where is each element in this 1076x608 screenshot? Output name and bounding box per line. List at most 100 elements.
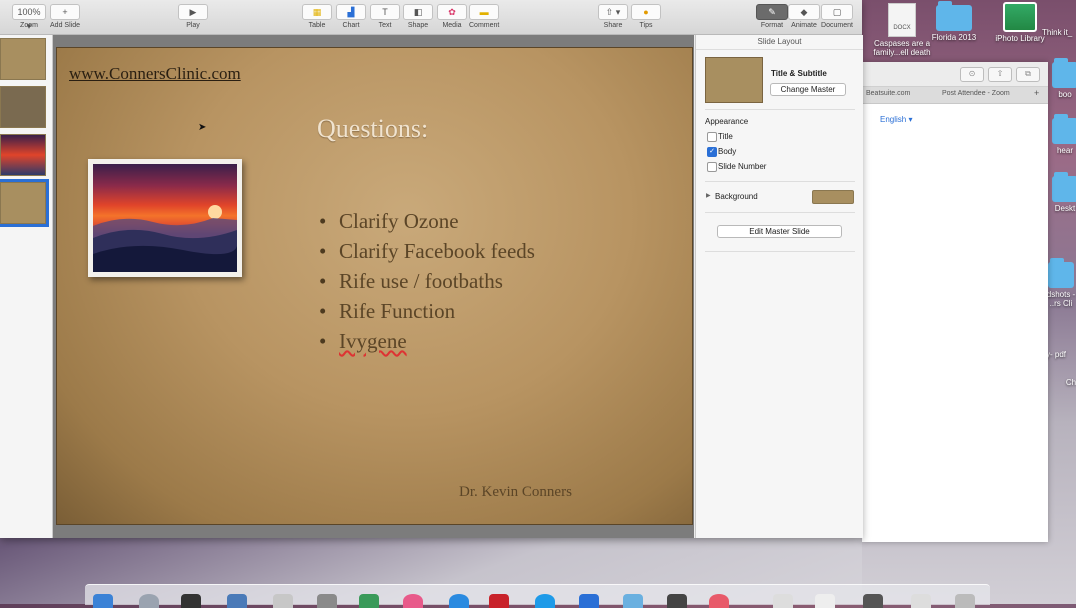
format-label: Format	[760, 22, 784, 29]
sunset-image	[93, 164, 237, 272]
window-icon[interactable]	[863, 594, 883, 608]
background-swatch[interactable]	[812, 190, 854, 204]
folder-edge-4[interactable]: dshots - ..rs Cli	[1044, 258, 1076, 308]
folder-edge-1[interactable]: boo	[1050, 58, 1076, 99]
app-icon[interactable]	[317, 594, 337, 608]
slide-thumbnail[interactable]	[0, 86, 46, 128]
app-icon[interactable]	[359, 594, 379, 608]
zoom-control[interactable]: 100% ▾ Zoom	[12, 4, 46, 31]
window-icon[interactable]	[815, 594, 835, 608]
slide-thumbnail-selected[interactable]	[0, 179, 49, 227]
add-slide-label: Add Slide	[50, 22, 80, 29]
itunes-icon[interactable]	[709, 594, 729, 608]
table-icon: ▦	[302, 4, 332, 20]
slide-thumbnail[interactable]	[0, 134, 46, 176]
photos-app-icon[interactable]	[403, 594, 423, 608]
shape-button[interactable]: ◧ Shape	[403, 4, 433, 29]
mountains-graphic	[93, 205, 237, 272]
safari-window: ⊙ ⇧ ⧉ Beatsuite.com Post Attendee - Zoom…	[862, 62, 1048, 542]
folder-edge-3[interactable]: Deskt	[1050, 172, 1076, 213]
divider	[705, 109, 855, 110]
chart-button[interactable]: ▟ Chart	[336, 4, 366, 29]
docx-tag: DOCX	[893, 25, 911, 31]
desktop-file-edge-label: y- pdf	[1046, 350, 1067, 359]
download-icon[interactable]: ⊙	[960, 67, 984, 82]
window-icon[interactable]	[773, 594, 793, 608]
play-button[interactable]: ▶ Play	[178, 4, 208, 29]
title-checkbox[interactable]	[707, 132, 717, 142]
master-thumbnail[interactable]	[705, 57, 763, 103]
media-button[interactable]: ✿ Media	[437, 4, 467, 29]
safari-toolbar: ⊙ ⇧ ⧉	[862, 62, 1048, 87]
table-button[interactable]: ▦ Table	[302, 4, 332, 29]
slide-url-text[interactable]: www.ConnersClinic.com	[69, 64, 241, 84]
tabs-icon[interactable]: ⧉	[1016, 67, 1040, 82]
share-label: Share	[603, 22, 623, 29]
language-select[interactable]: English ▾	[880, 115, 913, 124]
trash-icon[interactable]	[955, 594, 975, 608]
slide-footer[interactable]: Dr. Kevin Conners	[459, 484, 572, 501]
new-tab-icon[interactable]: +	[1034, 88, 1039, 98]
safari-tab-2[interactable]: Post Attendee - Zoom	[942, 90, 1010, 97]
tips-label: Tips	[639, 22, 653, 29]
shape-label: Shape	[407, 22, 429, 29]
media-icon: ✿	[437, 4, 467, 20]
chart-icon: ▟	[336, 4, 366, 20]
slide[interactable]: www.ConnersClinic.com Questions: Clarify…	[56, 47, 693, 525]
inspector-header: Slide Layout	[696, 35, 863, 50]
chart-label: Chart	[342, 22, 360, 29]
slide-bullet-list[interactable]: Clarify Ozone Clarify Facebook feeds Rif…	[319, 206, 535, 356]
tips-button[interactable]: ● Tips	[631, 4, 661, 29]
app-icon[interactable]	[623, 594, 643, 608]
animate-button[interactable]: ◆ Animate	[788, 4, 820, 29]
desktop-file-edge-2[interactable]: Ch	[1064, 378, 1076, 387]
play-label: Play	[186, 22, 200, 29]
text-button[interactable]: T Text	[370, 4, 400, 29]
docx-icon: DOCX	[888, 3, 916, 37]
shape-icon: ◧	[403, 4, 433, 20]
safari-tab-1[interactable]: Beatsuite.com	[866, 90, 910, 97]
document-icon[interactable]	[911, 594, 931, 608]
safari-icon[interactable]	[449, 594, 469, 608]
app-icon[interactable]	[579, 594, 599, 608]
desktop-item-edge[interactable]: Think it_	[1042, 28, 1076, 37]
comment-button[interactable]: ▬ Comment	[469, 4, 500, 29]
animate-label: Animate	[791, 22, 817, 29]
folder-edge-3-label: Deskt	[1054, 204, 1076, 213]
bullet-item: Ivygene	[319, 326, 535, 356]
add-slide-button[interactable]: + Add Slide	[50, 4, 80, 29]
body-option-label: Body	[718, 147, 737, 156]
folder-edge-1-label: boo	[1058, 90, 1072, 99]
desktop-file-edge[interactable]: y- pdf	[1046, 350, 1066, 359]
body-checkbox[interactable]: ✓	[707, 147, 717, 157]
tips-icon: ●	[631, 4, 661, 20]
iphoto-icon	[1003, 2, 1037, 32]
bullet-item: Rife use / footbaths	[319, 266, 535, 296]
share-button[interactable]: ⇧ ▾ Share	[598, 4, 628, 29]
folder-edge-2[interactable]: hear	[1050, 114, 1076, 155]
document-label: Document	[821, 22, 853, 29]
calculator-icon[interactable]	[667, 594, 687, 608]
change-master-button[interactable]: Change Master	[770, 83, 846, 96]
slide-number-checkbox[interactable]	[707, 162, 717, 172]
slide-thumbnail[interactable]	[0, 38, 46, 80]
photos-icon[interactable]	[227, 594, 247, 608]
disclosure-triangle-icon[interactable]: ▶	[706, 192, 711, 199]
app-icon[interactable]	[535, 594, 555, 608]
slide-title[interactable]: Questions:	[317, 114, 428, 144]
text-icon: T	[370, 4, 400, 20]
share-icon[interactable]: ⇧	[988, 67, 1012, 82]
launchpad-icon[interactable]	[139, 594, 159, 608]
sunset-photo[interactable]	[88, 159, 242, 277]
format-button[interactable]: ✎ Format	[756, 4, 788, 29]
bullet-item: Clarify Facebook feeds	[319, 236, 535, 266]
app-icon[interactable]	[489, 594, 509, 608]
zoom-select[interactable]: 100% ▾	[12, 4, 46, 31]
edit-master-slide-button[interactable]: Edit Master Slide	[717, 225, 842, 238]
media-label: Media	[442, 22, 462, 29]
finder-icon[interactable]	[93, 594, 113, 608]
terminal-icon[interactable]	[181, 594, 201, 608]
folder-icon	[1052, 58, 1076, 88]
printer-icon[interactable]	[273, 594, 293, 608]
document-button[interactable]: ▢ Document	[821, 4, 853, 29]
